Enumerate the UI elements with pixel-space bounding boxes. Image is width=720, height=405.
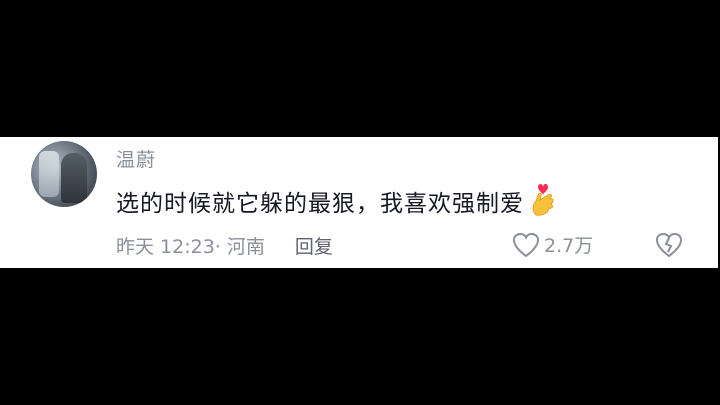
avatar-figure [61, 153, 87, 203]
like-button[interactable]: 2.7万 [512, 231, 593, 258]
finger-heart-emoji-icon [528, 181, 558, 217]
dislike-button[interactable] [654, 232, 684, 258]
avatar[interactable] [31, 141, 97, 207]
like-count: 2.7万 [544, 235, 594, 257]
comment-location: · 河南 [214, 236, 265, 258]
video-frame: 温蔚 选的时候就它躲的最狠，我喜欢强制爱 昨天 12:23 · 河南 回复 2.… [0, 0, 720, 405]
comment-body: 选的时候就它躲的最狠，我喜欢强制爱 [116, 183, 558, 219]
broken-heart-icon [655, 232, 683, 258]
comment-card: 温蔚 选的时候就它躲的最狠，我喜欢强制爱 昨天 12:23 · 河南 回复 2.… [0, 137, 718, 268]
avatar-light [39, 151, 59, 197]
comment-text: 选的时候就它躲的最狠，我喜欢强制爱 [116, 191, 524, 217]
comment-time: 昨天 12:23 [116, 236, 215, 258]
comment-username[interactable]: 温蔚 [116, 145, 156, 172]
heart-outline-icon [512, 232, 540, 257]
reply-button[interactable]: 回复 [295, 232, 333, 259]
comment-meta: 昨天 12:23 · 河南 回复 [116, 232, 333, 259]
